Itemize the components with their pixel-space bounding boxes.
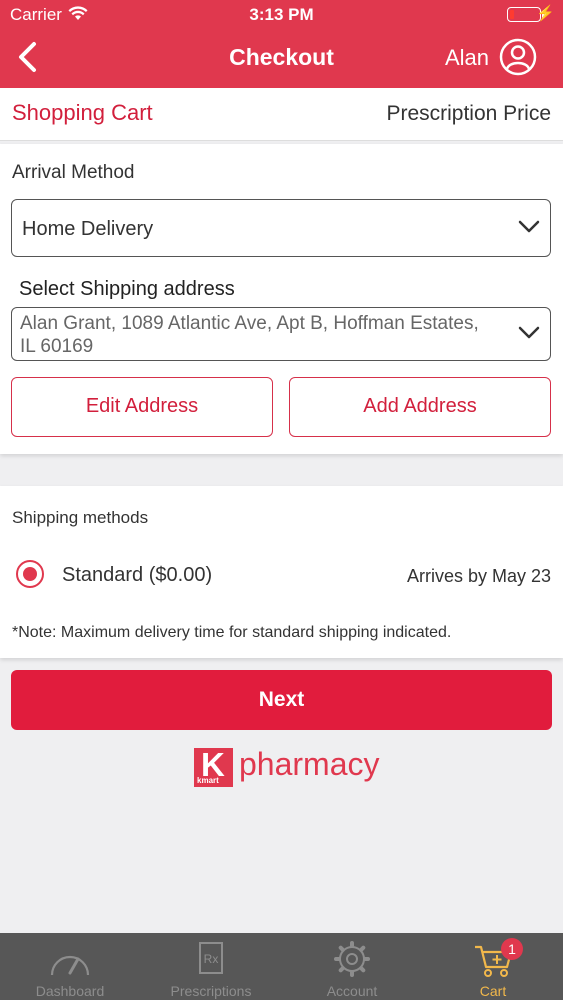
arrival-method-label: Arrival Method [12,162,135,183]
tab-account-label: Account [326,983,378,999]
tab-cart-label: Cart [479,983,507,999]
cart-header: Shopping Cart Prescription Price [0,88,563,141]
prescription-document-icon: Rx [199,942,223,974]
chevron-down-icon [518,326,540,339]
charging-icon: ⚡ [536,5,555,22]
gear-icon [334,941,370,977]
clock: 3:13 PM [249,5,314,24]
shipping-address-label: Select Shipping address [19,278,235,300]
shipping-address-value: Alan Grant, 1089 Atlantic Ave, Apt B, Ho… [20,313,479,357]
status-bar: Carrier 3:13 PM ⚡ [0,0,563,30]
pharmacy-wordmark: pharmacy [239,746,380,782]
gauge-icon [50,955,90,976]
user-avatar-icon[interactable] [499,38,537,76]
tab-bar: Dashboard Rx Prescriptions Account 1 Car… [0,933,563,1000]
shipping-methods-card: Shipping methods Standard ($0.00) Arrive… [0,486,563,658]
kmart-logo-mark: K kmart [194,746,233,787]
arrival-method-select[interactable]: Home Delivery [11,199,551,257]
header-bar: Carrier 3:13 PM ⚡ Checkout Alan [0,0,563,88]
next-button[interactable]: Next [11,670,552,730]
tab-prescriptions-label: Prescriptions [170,983,252,999]
tab-dashboard-label: Dashboard [35,983,105,999]
arrival-method-value: Home Delivery [22,218,154,240]
tab-dashboard[interactable]: Dashboard [0,933,140,1000]
shipping-methods-label: Shipping methods [12,508,149,527]
tab-account[interactable]: Account [282,933,422,1000]
standard-shipping-label[interactable]: Standard ($0.00) [62,564,212,587]
shipping-address-select[interactable]: Alan Grant, 1089 Atlantic Ave, Apt B, Ho… [11,307,551,361]
arrival-date: Arrives by May 23 [406,566,551,586]
shipping-note: *Note: Maximum delivery time for standar… [12,624,452,641]
edit-address-button[interactable]: Edit Address [11,377,273,437]
shopping-cart-title: Shopping Cart [12,100,153,125]
kmart-pharmacy-logo: K kmart pharmacy [194,746,380,790]
prescription-price-label: Prescription Price [386,102,551,125]
chevron-down-icon [518,220,540,233]
arrival-card: Arrival Method Home Delivery Select Ship… [0,144,563,454]
svg-text:Rx: Rx [204,952,219,966]
cart-count-badge: 1 [501,938,523,960]
standard-shipping-radio[interactable] [16,560,44,588]
tab-cart[interactable]: 1 Cart [423,933,563,1000]
tab-prescriptions[interactable]: Rx Prescriptions [141,933,281,1000]
user-name[interactable]: Alan [445,45,489,71]
add-address-button[interactable]: Add Address [289,377,551,437]
